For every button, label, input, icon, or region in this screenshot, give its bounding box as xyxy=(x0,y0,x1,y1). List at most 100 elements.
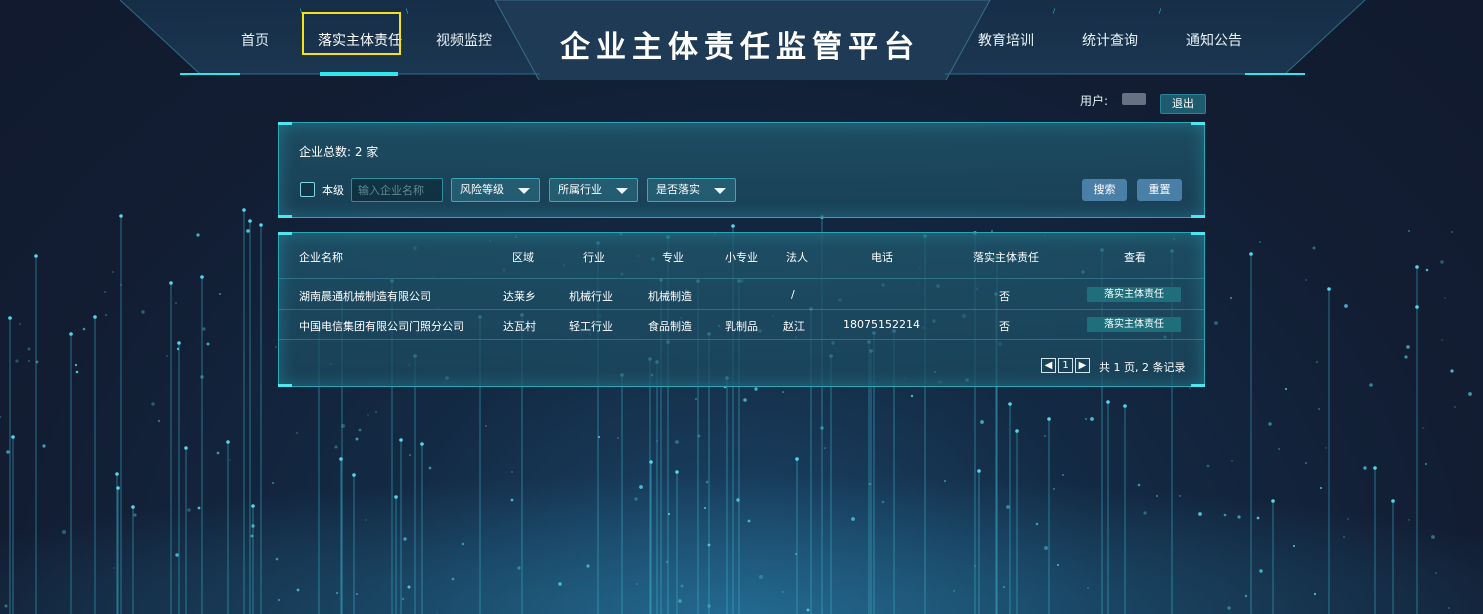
particle-dot xyxy=(6,450,10,454)
light-dot xyxy=(11,435,15,439)
particle-dot xyxy=(517,566,521,570)
cell-implemented: 否 xyxy=(999,290,1010,303)
nav-item-notice[interactable]: 通知公告 xyxy=(1182,30,1246,52)
light-dot xyxy=(119,214,123,218)
reset-button[interactable]: 重置 xyxy=(1137,179,1182,201)
particle-dot xyxy=(806,608,810,612)
particle-dot xyxy=(782,391,784,393)
particle-dot xyxy=(974,565,976,567)
panel-corner xyxy=(1191,384,1205,387)
particle-dot xyxy=(1085,418,1087,420)
particle-dot xyxy=(250,534,254,538)
particle-dot xyxy=(597,435,601,439)
particle-dot xyxy=(1231,460,1233,462)
particle-dot xyxy=(272,482,274,484)
particle-dot xyxy=(1406,345,1410,349)
logout-button[interactable]: 退出 xyxy=(1160,94,1206,114)
prev-page-button[interactable]: ◀ xyxy=(1041,358,1056,373)
particle-dot xyxy=(367,414,369,416)
particle-dot xyxy=(1450,369,1454,373)
particle-dot xyxy=(141,310,145,314)
particle-dot xyxy=(1425,268,1429,272)
light-dot xyxy=(420,442,424,446)
cell-name: 中国电信集团有限公司门照分公司 xyxy=(299,320,464,333)
particle-dot xyxy=(1441,339,1443,341)
particle-dot xyxy=(697,434,701,438)
cell-industry: 轻工行业 xyxy=(569,320,613,333)
cell-region: 达莱乡 xyxy=(503,290,536,303)
industry-select[interactable]: 所属行业 xyxy=(549,178,638,202)
column-header-region: 区域 xyxy=(512,251,534,264)
particle-dot xyxy=(1292,544,1296,548)
light-dot xyxy=(1415,305,1419,309)
implement-responsibility-button[interactable]: 落实主体责任 xyxy=(1087,317,1181,332)
particle-dot xyxy=(1284,387,1288,391)
particle-dot xyxy=(200,375,204,379)
panel-corner xyxy=(1191,122,1205,125)
next-page-button[interactable]: ▶ xyxy=(1075,358,1090,373)
local-level-checkbox[interactable] xyxy=(300,182,315,197)
particle-dot xyxy=(820,426,824,430)
light-dot xyxy=(1271,499,1275,503)
cell-legal: 赵江 xyxy=(783,320,805,333)
light-dot xyxy=(1047,417,1051,421)
chevron-down-icon xyxy=(714,188,726,194)
particle-dot xyxy=(296,588,300,592)
particle-dot xyxy=(678,599,682,603)
particle-dot xyxy=(851,517,855,521)
particle-dot xyxy=(296,432,298,434)
column-header-sub-major: 小专业 xyxy=(725,251,758,264)
particle-dot xyxy=(1347,518,1349,520)
cell-name: 湖南晨通机械制造有限公司 xyxy=(299,290,431,303)
particle-dot xyxy=(74,363,78,367)
particle-dot xyxy=(707,604,711,608)
selection-highlight xyxy=(302,12,401,55)
particle-dot xyxy=(1448,607,1450,609)
particle-dot xyxy=(15,359,19,363)
particle-dot xyxy=(511,471,513,473)
particle-dot xyxy=(1468,392,1472,396)
particle-dot xyxy=(665,560,669,564)
light-dot xyxy=(675,470,679,474)
implemented-select[interactable]: 是否落实 xyxy=(647,178,736,202)
particle-dot xyxy=(680,584,684,588)
light-dot xyxy=(131,505,135,509)
particle-dot xyxy=(409,454,411,456)
particle-dot xyxy=(229,459,231,461)
particle-dot xyxy=(251,524,255,528)
particle-dot xyxy=(82,327,86,331)
particle-dot xyxy=(910,394,914,398)
particle-dot xyxy=(42,444,46,448)
current-page[interactable]: 1 xyxy=(1058,358,1073,373)
particle-dot xyxy=(1035,522,1039,526)
search-button[interactable]: 搜索 xyxy=(1082,179,1127,201)
particle-dot xyxy=(1006,505,1010,509)
pagination-summary: 共 1 页, 2 条记录 xyxy=(1099,361,1186,374)
nav-item-video-monitor[interactable]: 视频监控 xyxy=(432,30,496,52)
particle-dot xyxy=(461,542,465,546)
particle-dot xyxy=(1363,466,1367,470)
light-dot xyxy=(226,440,230,444)
particle-dot xyxy=(485,425,487,427)
user-label: 用户: xyxy=(1080,94,1109,108)
particle-dot xyxy=(868,482,872,486)
implement-responsibility-button[interactable]: 落实主体责任 xyxy=(1087,287,1181,302)
nav-item-education[interactable]: 教育培训 xyxy=(974,30,1038,52)
particle-dot xyxy=(62,530,66,534)
particle-dot xyxy=(113,567,115,569)
light-dot xyxy=(1008,402,1012,406)
particle-dot xyxy=(944,480,946,482)
particle-dot xyxy=(335,591,339,595)
particle-dot xyxy=(617,437,619,439)
particle-dot xyxy=(120,284,122,286)
nav-item-home[interactable]: 首页 xyxy=(232,30,278,52)
particle-dot xyxy=(1451,231,1453,233)
particle-dot xyxy=(401,597,405,601)
active-tab-indicator xyxy=(320,72,398,76)
particle-dot xyxy=(356,593,358,595)
risk-level-select[interactable]: 风险等级 xyxy=(451,178,540,202)
particle-dot xyxy=(1344,304,1348,308)
particle-dot xyxy=(1343,536,1345,538)
nav-item-statistics[interactable]: 统计查询 xyxy=(1078,30,1142,52)
enterprise-name-input[interactable] xyxy=(351,178,443,202)
